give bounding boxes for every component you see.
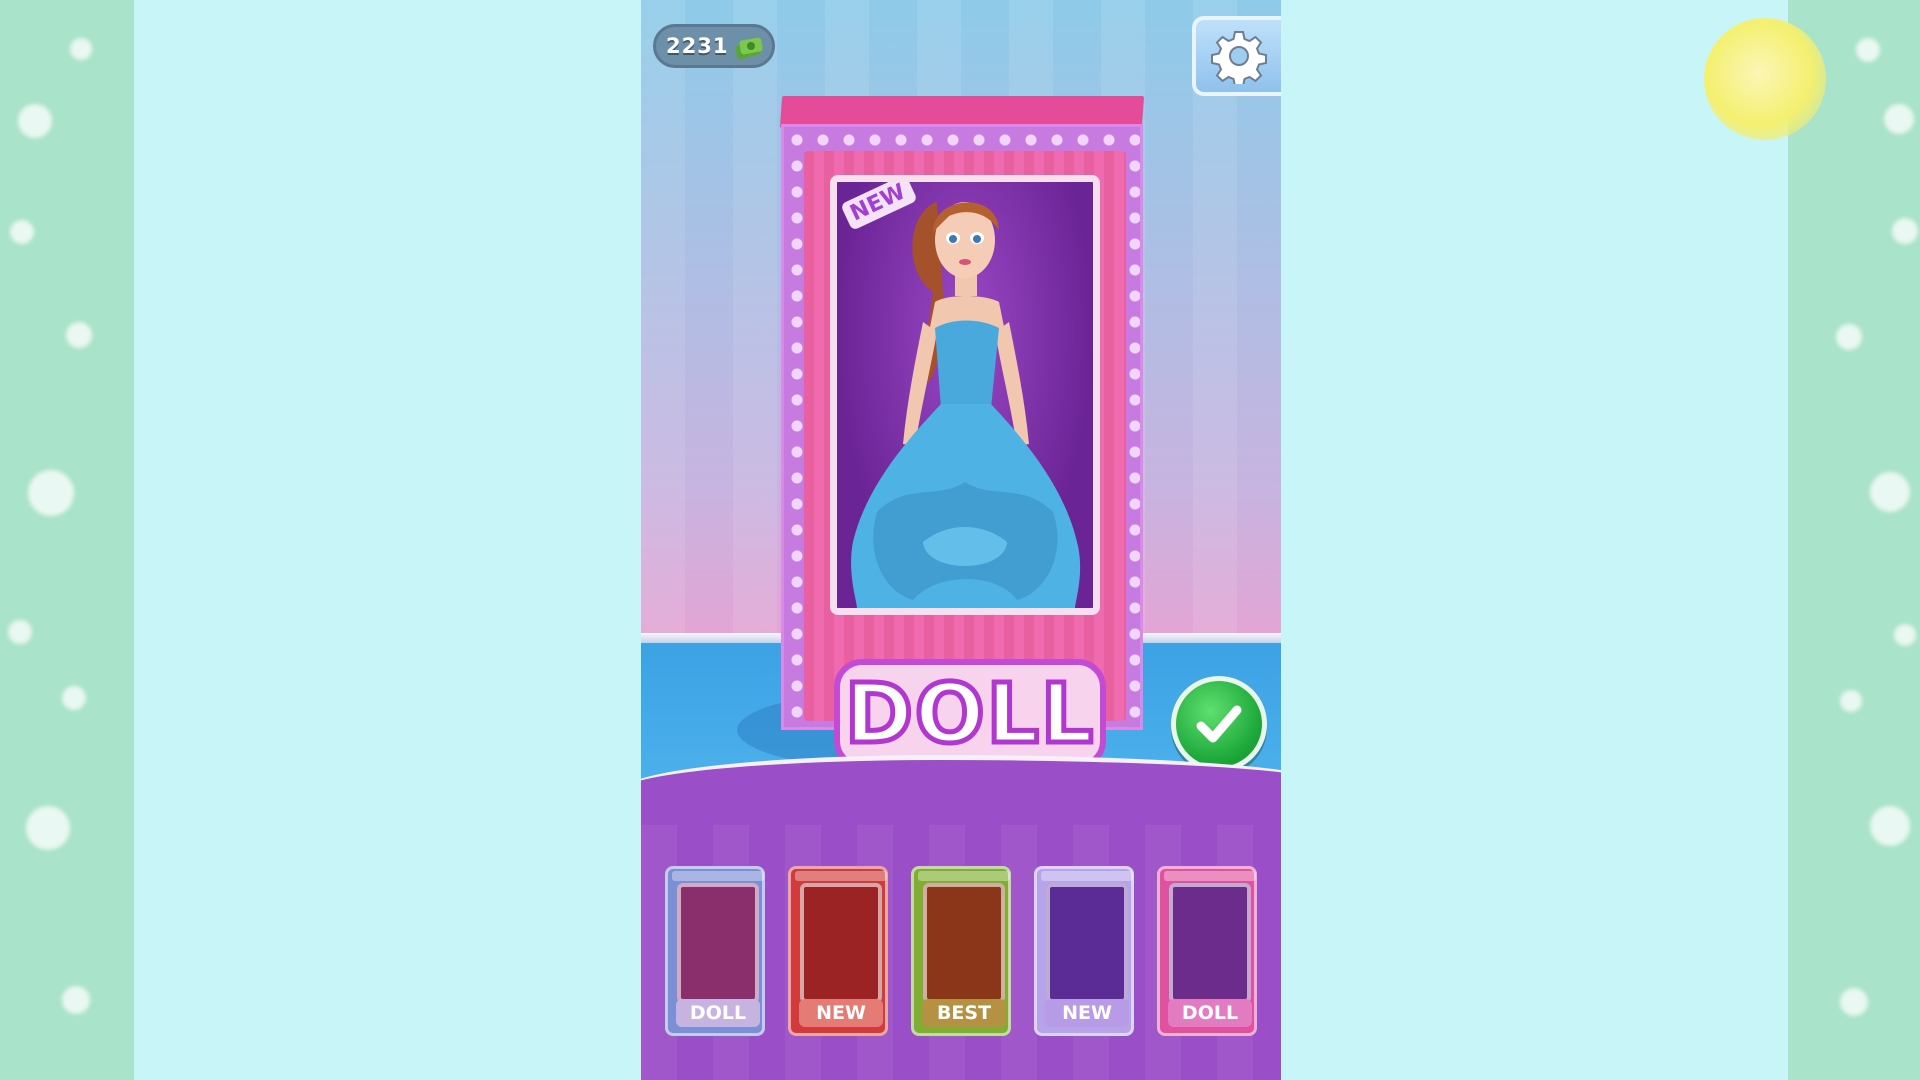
doll-logo: DOLL [834, 659, 1106, 769]
box-option-lid [795, 871, 887, 881]
box-option-window [1046, 883, 1128, 1003]
coin-value: 2231 [666, 34, 729, 58]
box-body: NEW DOLL [781, 124, 1143, 769]
box-option-label: BEST [922, 999, 1006, 1027]
coin-counter: 2231 [653, 24, 775, 68]
box-option-label: DOLL [1168, 999, 1252, 1027]
game-screen: 2231 NEW DOLL DOLL NEW BEST NEW DOLL [641, 0, 1281, 1080]
box-option-window [1169, 883, 1251, 1003]
box-option-1[interactable]: DOLL [665, 866, 765, 1036]
box-option-3[interactable]: BEST [911, 866, 1011, 1036]
box-option-lid [1041, 871, 1133, 881]
box-option-4[interactable]: NEW [1034, 866, 1134, 1036]
doll-box: NEW DOLL [779, 96, 1145, 769]
left-background-strip [0, 0, 134, 1080]
box-option-5[interactable]: DOLL [1157, 866, 1257, 1036]
doll-window: NEW [830, 175, 1100, 615]
doll-logo-text: DOLL [842, 664, 1096, 764]
box-inner-frame: NEW DOLL [804, 151, 1126, 769]
confirm-button[interactable] [1171, 676, 1267, 772]
checkmark-icon [1196, 705, 1242, 743]
box-option-lid [1164, 871, 1256, 881]
gear-icon [1211, 31, 1267, 84]
box-option-window [923, 883, 1005, 1003]
settings-button[interactable] [1192, 16, 1281, 96]
box-option-label: DOLL [676, 999, 760, 1027]
box-option-2[interactable]: NEW [788, 866, 888, 1036]
box-option-window [677, 883, 759, 1003]
box-option-label: NEW [1045, 999, 1129, 1027]
doll-figure [851, 202, 1081, 608]
sun-decoration [1704, 18, 1826, 140]
box-option-lid [672, 871, 764, 881]
box-option-lid [918, 871, 1010, 881]
right-background-strip [1788, 0, 1920, 1080]
money-stack-icon [735, 37, 763, 60]
box-option-label: NEW [799, 999, 883, 1027]
box-option-window [800, 883, 882, 1003]
